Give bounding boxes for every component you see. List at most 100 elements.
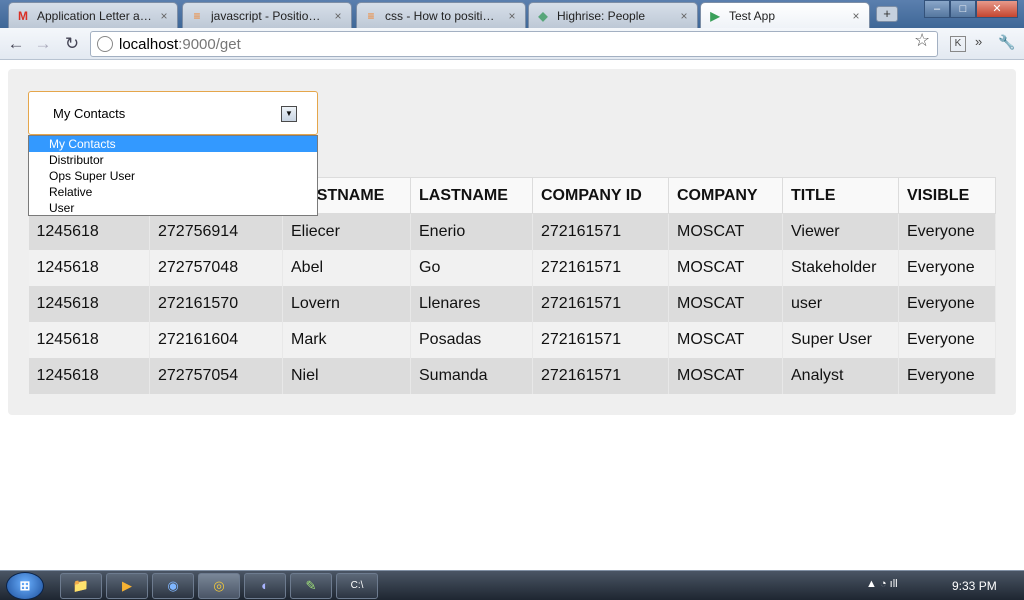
table-cell: Lovern (282, 285, 411, 322)
tab-title: css - How to position... (385, 8, 501, 23)
tab-highrise[interactable]: ◆ Highrise: People × (528, 2, 698, 28)
table-cell: Go (410, 249, 533, 286)
table-cell: 272161571 (532, 285, 669, 322)
table-cell: MOSCAT (668, 213, 783, 250)
address-bar[interactable]: localhost:9000/get (90, 31, 938, 57)
more-extensions-icon[interactable]: » (975, 34, 982, 49)
select-option[interactable]: Distributor (29, 152, 317, 168)
table-row[interactable]: 1245618 272161604 Mark Posadas 272161571… (28, 321, 996, 358)
extension-k-icon[interactable]: K (950, 36, 966, 52)
column-header[interactable]: COMPANY (668, 177, 783, 214)
play-icon: ▶ (710, 9, 720, 23)
table-row[interactable]: 1245618 272757054 Niel Sumanda 272161571… (28, 357, 996, 394)
window-close-button[interactable]: ✕ (976, 0, 1018, 18)
new-tab-button[interactable]: + (876, 6, 898, 22)
table-cell: Llenares (410, 285, 533, 322)
table-cell: 272161570 (149, 285, 283, 322)
table-cell: 272757054 (149, 357, 283, 394)
column-header[interactable]: COMPANY ID (532, 177, 669, 214)
table-cell: Sumanda (410, 357, 533, 394)
media-player-app[interactable]: ▶ (106, 573, 148, 599)
table-cell: Everyone (898, 213, 996, 250)
gmail-icon: M (18, 8, 28, 23)
tab-strip: M Application Letter as ... × ≡ javascri… (0, 0, 1024, 29)
eclipse-app[interactable]: ◐ (244, 573, 286, 599)
table-cell: 272756914 (149, 213, 283, 250)
tab-css[interactable]: ≡ css - How to position... × (356, 2, 526, 28)
table-cell: Everyone (898, 321, 996, 358)
column-header[interactable]: VISIBLE (898, 177, 996, 214)
table-cell: Viewer (782, 213, 899, 250)
table-cell: 272161571 (532, 357, 669, 394)
select-option[interactable]: Relative (29, 184, 317, 200)
table-row[interactable]: 1245618 272756914 Eliecer Enerio 2721615… (28, 213, 996, 250)
table-cell: Posadas (410, 321, 533, 358)
select-options-list: My Contacts Distributor Ops Super User R… (28, 135, 318, 216)
system-tray[interactable]: ▲ ◔ ıll (866, 578, 898, 590)
tab-title: Test App (729, 9, 776, 23)
select-option[interactable]: User (29, 200, 317, 216)
reload-button[interactable]: ↻ (62, 34, 82, 54)
table-cell: Stakeholder (782, 249, 899, 286)
notepad-app[interactable]: ✎ (290, 573, 332, 599)
stackoverflow-icon: ≡ (367, 8, 375, 23)
explorer-app[interactable]: 📁 (60, 573, 102, 599)
table-cell: 1245618 (28, 321, 150, 358)
column-header[interactable]: LASTNAME (410, 177, 533, 214)
bookmark-star-icon[interactable]: ☆ (914, 30, 930, 51)
network-app[interactable]: ◉ (152, 573, 194, 599)
cmd-app[interactable]: C:\ (336, 573, 378, 599)
table-cell: MOSCAT (668, 321, 783, 358)
table-cell: Everyone (898, 357, 996, 394)
maximize-button[interactable]: □ (950, 0, 976, 18)
table-cell: Everyone (898, 285, 996, 322)
contact-type-select[interactable]: My Contacts ▼ (28, 91, 318, 135)
select-option[interactable]: Ops Super User (29, 168, 317, 184)
taskbar-clock[interactable]: 9:33 PM (952, 579, 997, 593)
column-header[interactable]: TITLE (782, 177, 899, 214)
tab-title: javascript - Positioni... (211, 8, 327, 23)
minimize-button[interactable]: – (924, 0, 950, 18)
tab-javascript[interactable]: ≡ javascript - Positioni... × (182, 2, 352, 28)
close-icon[interactable]: × (157, 9, 171, 23)
table-cell: 272161571 (532, 321, 669, 358)
table-cell: Analyst (782, 357, 899, 394)
tab-gmail[interactable]: M Application Letter as ... × (8, 2, 178, 28)
back-button[interactable]: ← (6, 34, 26, 54)
tab-title: Highrise: People (557, 8, 646, 23)
close-icon[interactable]: × (505, 9, 519, 23)
table-cell: MOSCAT (668, 357, 783, 394)
table-cell: 272161571 (532, 213, 669, 250)
globe-icon (97, 36, 113, 52)
table-cell: 1245618 (28, 249, 150, 286)
table-cell: 272757048 (149, 249, 283, 286)
table-cell: Niel (282, 357, 411, 394)
windows-taskbar: ⊞ 📁 ▶ ◉ ◎ ◐ ✎ C:\ ▲ ◔ ıll 9:33 PM (0, 570, 1024, 600)
close-icon[interactable]: × (849, 9, 863, 23)
browser-toolbar: ← → ↻ localhost:9000/get K » 🔧 (0, 28, 1024, 60)
chrome-app[interactable]: ◎ (198, 573, 240, 599)
stackoverflow-icon: ≡ (193, 8, 201, 23)
table-row[interactable]: 1245618 272161570 Lovern Llenares 272161… (28, 285, 996, 322)
table-cell: Mark (282, 321, 411, 358)
tab-test-app[interactable]: ▶ Test App × (700, 2, 870, 29)
select-value: My Contacts (53, 106, 126, 121)
table-cell: Enerio (410, 213, 533, 250)
close-icon[interactable]: × (677, 9, 691, 23)
select-option[interactable]: My Contacts (29, 136, 317, 152)
table-cell: user (782, 285, 899, 322)
table-cell: 1245618 (28, 285, 150, 322)
close-icon[interactable]: × (331, 9, 345, 23)
highrise-icon: ◆ (538, 8, 548, 23)
wrench-icon[interactable]: 🔧 (998, 34, 1015, 51)
table-cell: 272161604 (149, 321, 283, 358)
table-cell: Eliecer (282, 213, 411, 250)
table-row[interactable]: 1245618 272757048 Abel Go 272161571 MOSC… (28, 249, 996, 286)
forward-button[interactable]: → (33, 34, 53, 54)
table-cell: 1245618 (28, 213, 150, 250)
table-cell: Super User (782, 321, 899, 358)
url-path: :9000/get (178, 35, 241, 53)
tab-title: Application Letter as ... (37, 8, 153, 23)
start-button[interactable]: ⊞ (6, 572, 44, 600)
chevron-down-icon[interactable]: ▼ (281, 106, 297, 122)
